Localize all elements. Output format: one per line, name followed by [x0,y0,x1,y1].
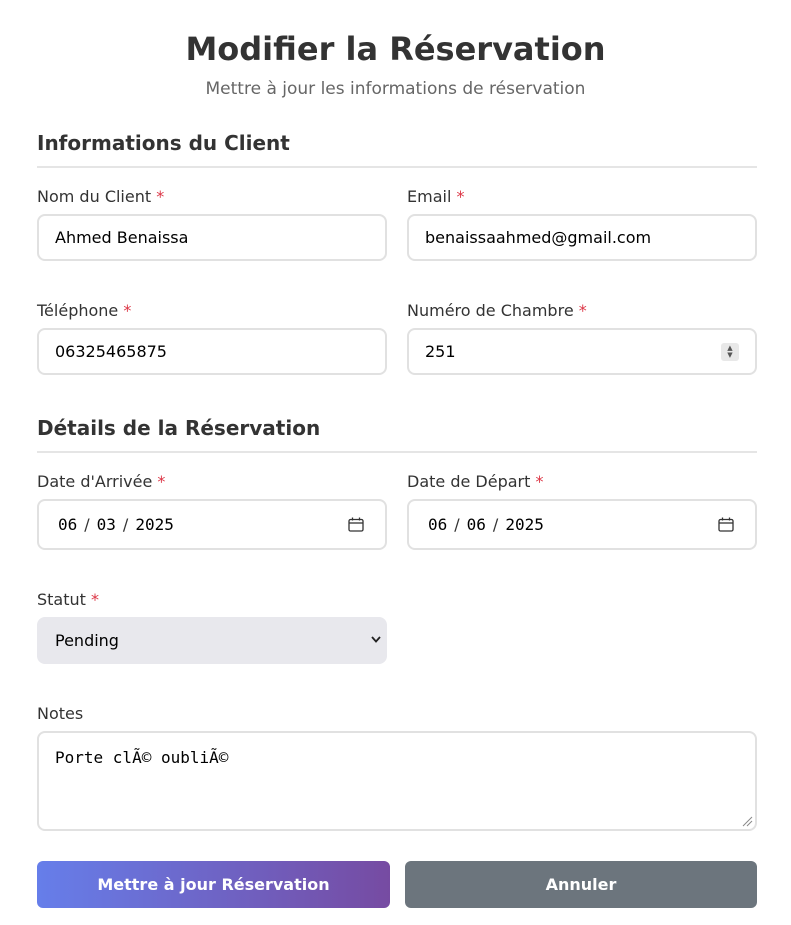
calendar-icon[interactable] [718,517,734,532]
departure-date-label: Date de Départ * [407,472,543,492]
departure-day[interactable]: 06 [428,515,447,534]
email-value: benaissaahmed@gmail.com [425,228,652,247]
room-number-label-text: Numéro de Chambre [407,301,574,320]
email-label: Email * [407,187,464,207]
required-marker: * [156,187,165,206]
calendar-icon[interactable] [348,517,364,532]
client-name-label-text: Nom du Client [37,187,152,206]
room-number-value: 251 [425,342,456,361]
departure-date-input[interactable]: 06 / 06 / 2025 [407,499,757,550]
email-label-text: Email [407,187,452,206]
phone-input[interactable]: 06325465875 [37,328,387,375]
status-selected-value: Pending [55,631,119,650]
date-separator: / [84,515,90,534]
required-marker: * [578,301,587,320]
client-name-label: Nom du Client * [37,187,164,207]
chevron-down-icon [371,636,381,643]
arrival-day[interactable]: 06 [58,515,77,534]
notes-label-text: Notes [37,704,84,723]
client-name-input[interactable]: Ahmed Benaissa [37,214,387,261]
date-separator: / [454,515,460,534]
update-reservation-button[interactable]: Mettre à jour Réservation [37,861,390,908]
arrival-year[interactable]: 2025 [135,515,174,534]
cancel-button[interactable]: Annuler [405,861,757,908]
date-separator: / [122,515,129,534]
spinner-down-icon[interactable]: ▼ [727,352,732,359]
notes-value: Porte clÃ© oubliÃ© [55,748,229,767]
departure-date-label-text: Date de Départ [407,472,531,491]
page-subtitle: Mettre à jour les informations de réserv… [205,79,586,99]
departure-month[interactable]: 06 [467,515,486,534]
phone-label-text: Téléphone [37,301,119,320]
required-marker: * [157,472,166,491]
arrival-date-label: Date d'Arrivée * [37,472,165,492]
room-number-input[interactable]: 251 ▲ ▼ [407,328,757,375]
room-number-label: Numéro de Chambre * [407,301,587,321]
phone-label: Téléphone * [37,301,131,321]
required-marker: * [91,590,100,609]
arrival-date-label-text: Date d'Arrivée [37,472,153,491]
notes-textarea[interactable]: Porte clÃ© oubliÃ© [37,731,757,831]
arrival-month[interactable]: 03 [97,515,116,534]
status-select[interactable]: Pending [37,617,387,664]
section-title-reservation: Détails de la Réservation [37,415,757,453]
status-label: Statut * [37,590,99,610]
page-title: Modifier la Réservation [185,30,606,68]
email-input[interactable]: benaissaahmed@gmail.com [407,214,757,261]
date-separator: / [492,515,499,534]
resize-grip-icon[interactable] [741,815,753,827]
required-marker: * [123,301,132,320]
phone-value: 06325465875 [55,342,167,361]
status-label-text: Statut [37,590,86,609]
arrival-date-input[interactable]: 06 / 03 / 2025 [37,499,387,550]
notes-label: Notes [37,704,83,724]
required-marker: * [535,472,544,491]
departure-year[interactable]: 2025 [505,515,544,534]
client-name-value: Ahmed Benaissa [55,228,189,247]
required-marker: * [456,187,465,206]
spinner-arrows-icon[interactable]: ▲ ▼ [721,343,739,361]
section-title-client: Informations du Client [37,130,757,168]
